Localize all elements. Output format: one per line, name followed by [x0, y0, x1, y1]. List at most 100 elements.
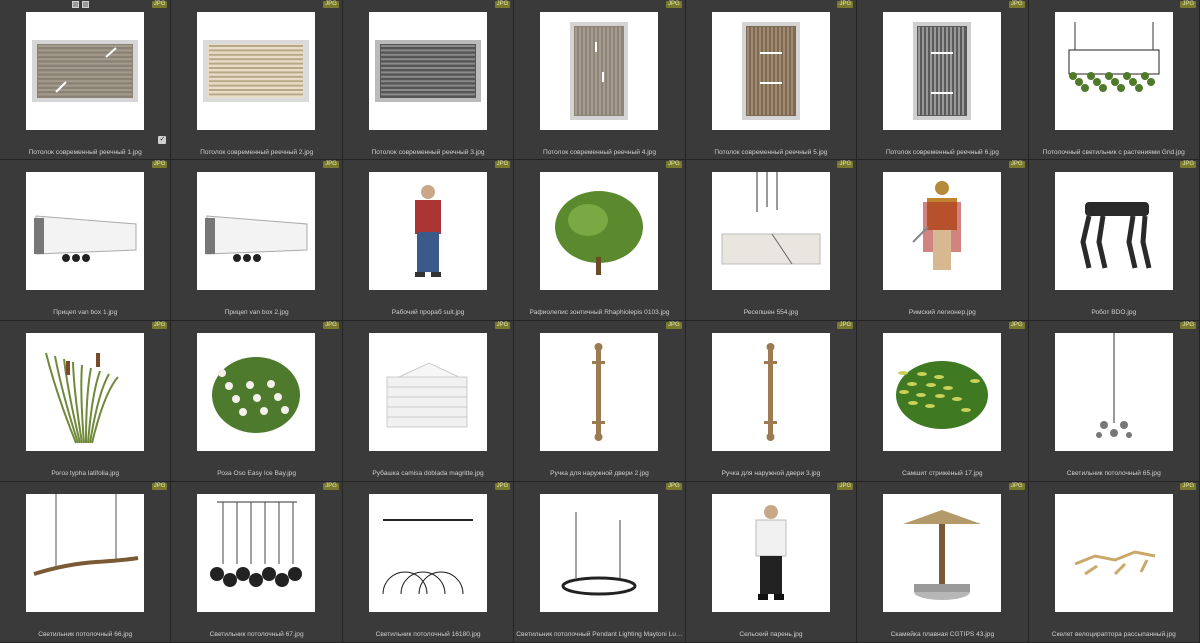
slatted-ceiling-grey-icon	[883, 12, 1002, 130]
asset-thumbnail-card[interactable]: JPG Ручка для наружной двери 3.jpg	[685, 321, 858, 482]
chandelier-molecule-icon	[1054, 333, 1173, 451]
asset-thumbnail-card[interactable]: JPG Ручка для наружной двери 2.jpg	[514, 321, 686, 482]
file-name-label: Потолок современный реечный 4.jpg	[542, 149, 657, 156]
legionnaire-icon	[883, 172, 1002, 290]
asset-thumbnail-card[interactable]: JPG Римский легионер.jpg	[857, 160, 1029, 321]
ring-lamp-cluster-icon	[197, 494, 316, 612]
door-handle-icon	[711, 333, 830, 451]
asset-thumbnail-card[interactable]: JPG Светильник потолочный 16180.jpg	[342, 482, 515, 643]
file-name-label: Ручка для наружной двери 3.jpg	[721, 470, 821, 477]
file-name-label: Рубашка camisa doblada magritte.jpg	[372, 470, 484, 477]
asset-thumbnail-grid: JPG Потолок современный реечный 1.jpg ✓ JPG…	[0, 0, 1200, 643]
asset-thumbnail-card[interactable]: JPG Скелет велоцираптора рассыпанный.jpg	[1028, 482, 1200, 643]
shrub-icon	[540, 172, 659, 290]
rose-bush-icon	[197, 333, 316, 451]
file-name-label: Скамейка плавная CGTIPS 43.jpg	[890, 631, 995, 638]
villager-icon	[711, 494, 830, 612]
file-name-label: Ресепшен 554.jpg	[743, 309, 799, 316]
file-type-badge: JPG	[494, 483, 511, 490]
file-name-label: Сельский парень.jpg	[739, 631, 803, 638]
slatted-ceiling-dark-icon	[368, 12, 487, 130]
file-name-label: Римский легионер.jpg	[908, 309, 976, 316]
trailer-icon	[197, 172, 316, 290]
file-name-label: Светильник потолочный 16180.jpg	[375, 631, 481, 638]
file-type-badge: JPG	[837, 161, 854, 168]
asset-thumbnail-card[interactable]: JPG Потолок современный реечный 6.jpg	[857, 0, 1029, 160]
ring-pendant-icon	[540, 494, 659, 612]
file-type-badge: JPG	[494, 161, 511, 168]
file-name-label: Рафиолепис зонтичный Rhaphiolepis 0103.j…	[529, 309, 670, 316]
file-name-label: Потолок современный реечный 2.jpg	[200, 149, 314, 156]
checkbox-toggle-icon[interactable]	[72, 1, 79, 8]
asset-thumbnail-card[interactable]: JPG Скамейка плавная CGTIPS 43.jpg	[857, 482, 1029, 643]
asset-thumbnail-card[interactable]: JPG Светильник потолочный 66.jpg	[0, 482, 172, 643]
asset-thumbnail-card[interactable]: JPG Рогоз typha latifolia.jpg	[0, 321, 172, 482]
file-type-badge: JPG	[666, 483, 682, 490]
file-type-badge: JPG	[323, 322, 339, 329]
arc-lamp-icon	[368, 494, 487, 612]
file-name-label: Потолок современный реечный 5.jpg	[714, 149, 828, 156]
file-type-badge: JPG	[151, 322, 168, 329]
file-type-badge: JPG	[1008, 161, 1025, 168]
boxwood-icon	[883, 333, 1002, 451]
asset-thumbnail-card[interactable]: JPG Потолок современный реечный 1.jpg ✓	[0, 0, 172, 160]
asset-thumbnail-card[interactable]: JPG Рубашка camisa doblada magritte.jpg	[342, 321, 515, 482]
file-type-badge: JPG	[1180, 322, 1196, 329]
asset-thumbnail-card[interactable]: JPG Самшит стриженый 17.jpg	[857, 321, 1029, 482]
asset-thumbnail-card[interactable]: JPG Прицеп van box 1.jpg	[0, 160, 172, 321]
asset-thumbnail-card[interactable]: JPG Роза Oso Easy Ice Bay.jpg	[171, 321, 343, 482]
file-type-badge: JPG	[1008, 322, 1025, 329]
reception-desk-icon	[711, 172, 830, 290]
file-name-label: Светильник потолочный Pendant Lighting M…	[516, 631, 685, 638]
file-name-label: Потолок современный реечный 6.jpg	[885, 149, 999, 156]
file-type-badge: JPG	[151, 1, 168, 8]
file-type-badge: JPG	[666, 1, 682, 8]
file-name-label: Ручка для наружной двери 2.jpg	[550, 470, 649, 477]
asset-thumbnail-card[interactable]: JPG Потолок современный реечный 4.jpg	[514, 0, 686, 160]
door-handle-icon	[540, 333, 659, 451]
file-type-badge: JPG	[1008, 1, 1025, 8]
skeleton-icon	[1054, 494, 1173, 612]
file-type-badge: JPG	[151, 483, 168, 490]
edit-icon[interactable]	[82, 1, 89, 8]
asset-thumbnail-card[interactable]: JPG Потолок современный реечный 3.jpg	[342, 0, 515, 160]
asset-thumbnail-card[interactable]: JPG Светильник потолочный 65.jpg	[1028, 321, 1200, 482]
file-name-label: Потолок современный реечный 1.jpg	[28, 149, 142, 156]
selected-check-icon[interactable]: ✓	[158, 136, 167, 144]
slatted-ceiling-light-icon	[197, 12, 316, 130]
asset-thumbnail-card[interactable]: JPG Потолок современный реечный 2.jpg	[171, 0, 343, 160]
file-type-badge: JPG	[494, 322, 511, 329]
file-name-label: Роза Oso Easy Ice Bay.jpg	[217, 470, 297, 477]
file-name-label: Светильник потолочный 65.jpg	[1066, 470, 1161, 477]
slatted-ceiling-diagonal-icon	[26, 12, 144, 130]
grid-plant-lamp-icon	[1054, 12, 1173, 130]
asset-thumbnail-card[interactable]: JPG Светильник потолочный 67.jpg	[171, 482, 343, 643]
branch-lamp-icon	[26, 494, 144, 612]
asset-thumbnail-card[interactable]: JPG Робот BDO.jpg	[1028, 160, 1200, 321]
file-type-badge: JPG	[1180, 1, 1196, 8]
file-type-badge: JPG	[837, 483, 854, 490]
asset-thumbnail-card[interactable]: JPG Рабочий прораб suit.jpg	[342, 160, 515, 321]
file-name-label: Потолочный светильник с растениями Grid.…	[1042, 149, 1185, 156]
asset-thumbnail-card[interactable]: JPG Рафиолепис зонтичный Rhaphiolepis 010…	[514, 160, 686, 321]
file-type-badge: JPG	[666, 322, 682, 329]
file-type-badge: JPG	[494, 1, 511, 8]
file-type-badge: JPG	[151, 161, 168, 168]
file-name-label: Робот BDO.jpg	[1091, 309, 1137, 316]
trailer-icon	[26, 172, 144, 290]
file-type-badge: JPG	[323, 161, 339, 168]
folded-shirts-icon	[368, 333, 487, 451]
asset-thumbnail-card[interactable]: JPG Прицеп van box 2.jpg	[171, 160, 343, 321]
cattail-icon	[26, 333, 144, 451]
asset-thumbnail-card[interactable]: JPG Светильник потолочный Pendant Lightin…	[514, 482, 686, 643]
asset-thumbnail-card[interactable]: JPG Потолок современный реечный 5.jpg	[685, 0, 858, 160]
asset-thumbnail-card[interactable]: JPG Потолочный светильник с растениями Gr…	[1028, 0, 1200, 160]
file-type-badge: JPG	[323, 1, 339, 8]
file-type-badge: JPG	[1180, 161, 1196, 168]
file-name-label: Самшит стриженый 17.jpg	[902, 470, 983, 477]
asset-thumbnail-card[interactable]: JPG Сельский парень.jpg	[685, 482, 858, 643]
parasol-bench-icon	[883, 494, 1002, 612]
file-name-label: Светильник потолочный 66.jpg	[38, 631, 133, 638]
asset-thumbnail-card[interactable]: JPG Ресепшен 554.jpg	[685, 160, 858, 321]
file-type-badge: JPG	[1180, 483, 1196, 490]
